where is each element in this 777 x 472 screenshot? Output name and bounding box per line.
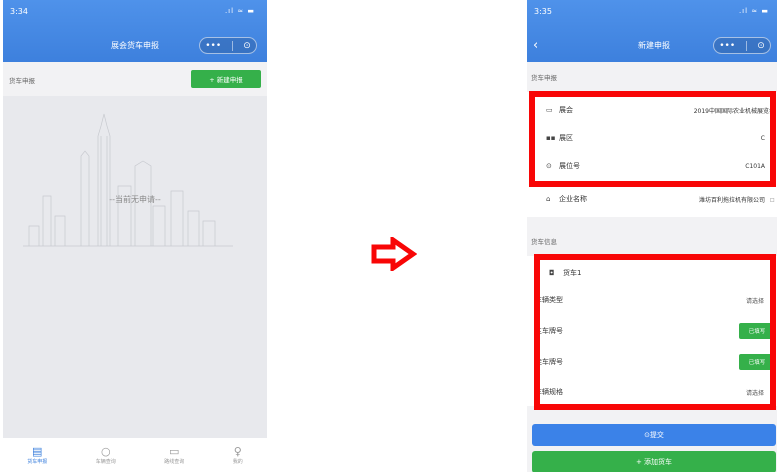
status-time: 3:35 <box>534 7 552 16</box>
bottom-tab-bar: ▤ 货车申报 ○ 车辆查询 ▭ 路线查询 ♀ 我的 <box>3 438 267 472</box>
section-title: 货车申报 <box>531 74 557 82</box>
close-icon[interactable]: ⊙ <box>757 41 765 51</box>
empty-state-area <box>3 96 267 438</box>
submit-button[interactable]: ⊙提交 <box>532 424 776 446</box>
capsule-divider <box>745 40 747 51</box>
highlight-box-truck-fields <box>534 254 776 410</box>
user-icon: ♀ <box>233 444 242 458</box>
more-icon[interactable]: ••• <box>205 41 221 51</box>
checkbox-icon: ▫ <box>769 194 775 204</box>
miniprogram-capsule: ••• ⊙ <box>199 37 257 54</box>
field-label: 企业名称 <box>559 195 587 203</box>
empty-state-text: --当前无申请-- <box>109 195 161 204</box>
section-title: 货车信息 <box>531 238 557 246</box>
new-declaration-button[interactable]: + 新建申报 <box>191 70 261 88</box>
status-time: 3:34 <box>10 7 28 16</box>
tab-route-query[interactable]: ▭ 路线查询 <box>164 444 185 465</box>
search-icon: ○ <box>100 444 111 458</box>
city-skyline-illustration <box>23 113 233 247</box>
highlight-box-exhibition-fields <box>529 91 776 187</box>
left-phone-screen: 3:34 .ıl ≈ ▬ 展会货车申报 ••• ⊙ 货车申报 + 新建申报 --… <box>3 0 267 472</box>
home-icon: ⌂ <box>546 195 551 203</box>
more-icon[interactable]: ••• <box>719 41 735 51</box>
field-value: 潍坊百利拖拉机有限公司 <box>698 196 765 204</box>
status-icons: .ıl ≈ ▬ <box>738 7 769 15</box>
status-icons: .ıl ≈ ▬ <box>224 7 255 15</box>
close-icon[interactable]: ⊙ <box>243 41 251 51</box>
right-nav-bar: 3:35 .ıl ≈ ▬ ‹ 新建申报 ••• ⊙ <box>527 0 777 62</box>
add-truck-button[interactable]: + 添加货车 <box>532 451 776 472</box>
left-nav-bar: 3:34 .ıl ≈ ▬ 展会货车申报 ••• ⊙ <box>3 0 267 62</box>
tab-label: 车辆查询 <box>95 458 116 465</box>
field-company-name[interactable]: ⌂ 企业名称 潍坊百利拖拉机有限公司 ▫ <box>527 187 777 211</box>
miniprogram-capsule: ••• ⊙ <box>713 37 771 54</box>
document-icon: ▤ <box>32 444 43 458</box>
tab-label: 路线查询 <box>164 458 185 465</box>
tab-mine[interactable]: ♀ 我的 <box>232 444 243 465</box>
tab-vehicle-query[interactable]: ○ 车辆查询 <box>95 444 116 465</box>
transition-arrow-icon <box>371 237 417 271</box>
section-title: 货车申报 <box>9 77 35 85</box>
route-icon: ▭ <box>169 444 180 458</box>
tab-label: 货车申报 <box>27 458 48 465</box>
tab-truck-declaration[interactable]: ▤ 货车申报 <box>27 444 48 465</box>
tab-label: 我的 <box>232 458 243 465</box>
capsule-divider <box>231 40 233 51</box>
